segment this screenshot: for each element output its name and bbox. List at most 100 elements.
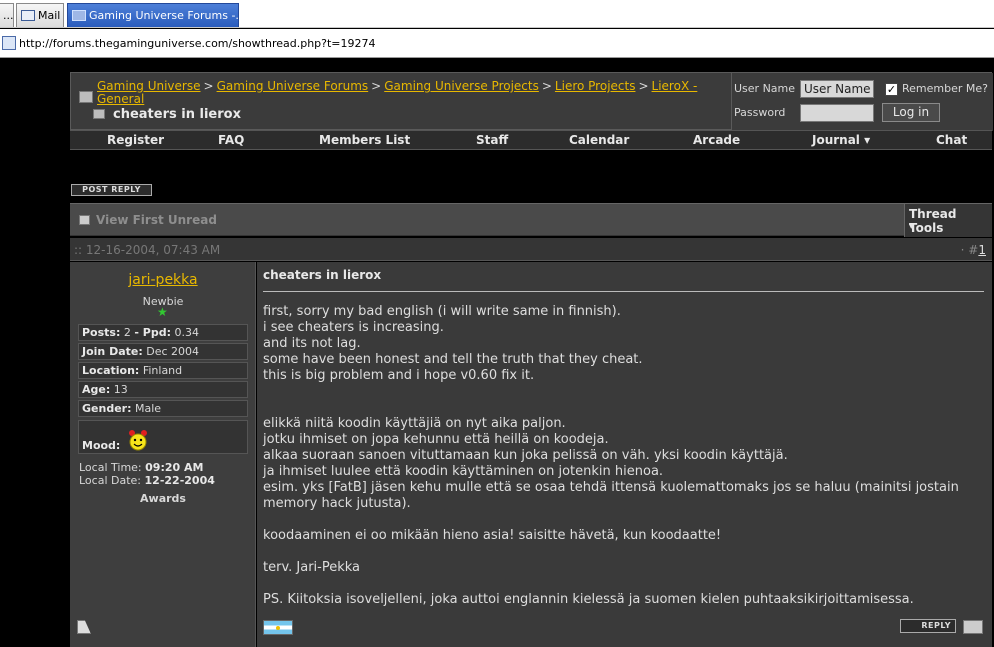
- view-first-unread-icon: [79, 215, 90, 225]
- navbar: Gaming Universe > Gaming Universe Forums > G…: [70, 72, 993, 131]
- country-flag-icon: [263, 620, 293, 635]
- tab-label: ...: [3, 9, 14, 22]
- mail-icon: [21, 10, 35, 21]
- menu-chat[interactable]: Chat: [936, 133, 967, 147]
- page-icon: [2, 36, 16, 50]
- thread-tools-label: Thread Tools: [909, 207, 957, 235]
- user-mood: Mood:: [78, 420, 248, 454]
- menu-register[interactable]: Register: [107, 133, 164, 147]
- post-line: ja ihmiset luulee että koodin käyttämine…: [263, 464, 664, 479]
- breadcrumb-separator: >: [541, 79, 552, 93]
- post-number-prefix: · #: [960, 243, 979, 257]
- menu-faq[interactable]: FAQ: [218, 133, 244, 147]
- post-line: this is big problem and i hope v0.60 fix…: [263, 368, 535, 383]
- username-label: User Name: [734, 82, 796, 95]
- local-time: Local Time: 09:20 AM: [79, 461, 203, 474]
- breadcrumb-link[interactable]: Liero Projects: [555, 79, 636, 93]
- user-gender: Gender: Male: [78, 400, 248, 417]
- breadcrumb-link[interactable]: Gaming Universe Forums: [217, 79, 369, 93]
- menu-journal[interactable]: Journal ▾: [812, 133, 870, 147]
- post-reply-button[interactable]: POST REPLY: [71, 184, 152, 196]
- rank-star-icon: ★: [157, 305, 168, 319]
- post-line: and its not lag.: [263, 336, 361, 351]
- breadcrumb-link[interactable]: Gaming Universe: [97, 79, 201, 93]
- menu-calendar[interactable]: Calendar: [569, 133, 629, 147]
- browser-tab-bar: ... Mail Gaming Universe Forums -...: [0, 0, 994, 28]
- post-line: i see cheaters is increasing.: [263, 320, 444, 335]
- post-line: jotku ihmiset on jopa kehunnu että heill…: [263, 432, 609, 447]
- reply-button[interactable]: REPLY: [900, 619, 956, 633]
- user-join-date: Join Date: Dec 2004: [78, 343, 248, 360]
- url-text[interactable]: http://forums.thegaminguniverse.com/show…: [19, 37, 376, 50]
- post-body: cheaters in lierox first, sorry my bad e…: [257, 262, 992, 647]
- offline-status-icon: [77, 620, 91, 634]
- chevron-down-icon: ▾: [909, 222, 914, 232]
- gender-value: Male: [134, 402, 162, 415]
- mood-smiley-icon: [129, 430, 147, 451]
- quote-icon[interactable]: [963, 620, 983, 634]
- menu-staff[interactable]: Staff: [476, 133, 508, 147]
- post-number: · #1: [961, 243, 986, 257]
- username-input[interactable]: [800, 80, 874, 98]
- post-message: first, sorry my bad english (i will writ…: [263, 304, 983, 608]
- local-time-value: 09:20 AM: [145, 461, 204, 474]
- spacer: [0, 59, 994, 72]
- login-button[interactable]: Log in: [882, 103, 940, 122]
- age-value: 13: [113, 383, 128, 396]
- user-info-panel: jari-pekka Newbie ★ Posts: 2 - Ppd: 0.34…: [70, 262, 256, 647]
- join-label: Join Date:: [82, 345, 143, 358]
- post-line: elikkä niitä koodin käyttäjiä on nyt aik…: [263, 416, 566, 431]
- breadcrumb-separator: >: [203, 79, 214, 93]
- breadcrumb: Gaming Universe > Gaming Universe Forums > G…: [97, 80, 707, 106]
- browser-tab-mail[interactable]: Mail: [16, 3, 64, 27]
- breadcrumb-separator: >: [371, 79, 382, 93]
- ppd-value: 0.34: [174, 326, 199, 339]
- post-line: PS. Kiitoksia isoveljelleni, joka auttoi…: [263, 592, 914, 607]
- local-date: Local Date: 12-22-2004: [79, 474, 215, 487]
- divider: [263, 291, 984, 292]
- local-date-label: Local Date:: [79, 474, 142, 487]
- browser-tab[interactable]: ...: [0, 3, 14, 27]
- posts-value: 2: [123, 326, 131, 339]
- password-input[interactable]: [800, 104, 874, 122]
- menu-members-list[interactable]: Members List: [319, 133, 410, 147]
- awards-link[interactable]: Awards: [70, 492, 256, 505]
- post-line: [263, 400, 983, 416]
- user-location: Location: Finland: [78, 362, 248, 379]
- post-line: first, sorry my bad english (i will writ…: [263, 304, 621, 319]
- post-line: some have been honest and tell the truth…: [263, 352, 643, 367]
- main-menu: Register FAQ Members List Staff Calendar…: [70, 130, 992, 150]
- post-line: koodaaminen ei oo mikään hieno asia! sai…: [263, 528, 722, 543]
- page-title: cheaters in lierox: [113, 107, 241, 122]
- folder-icon: [79, 91, 93, 103]
- thread-icon: [93, 109, 105, 119]
- forum-page-icon: [72, 10, 86, 21]
- login-form: User Name ✓ Remember Me? Password Log in: [731, 73, 993, 131]
- view-first-unread-link[interactable]: View First Unread: [96, 213, 217, 227]
- breadcrumb-link[interactable]: Gaming Universe Projects: [384, 79, 539, 93]
- post-title: cheaters in lierox: [263, 268, 382, 282]
- address-bar[interactable]: http://forums.thegaminguniverse.com/show…: [0, 29, 994, 58]
- post-line: esim. yks [FatB] jäsen kehu mulle että s…: [263, 480, 959, 511]
- thread-toolbar: View First Unread Thread Tools ▾: [70, 203, 992, 237]
- user-age: Age: 13: [78, 381, 248, 398]
- post-line: [263, 576, 983, 592]
- tab-label: Gaming Universe Forums -...: [89, 9, 239, 22]
- location-label: Location:: [82, 364, 140, 377]
- join-value: Dec 2004: [146, 345, 200, 358]
- breadcrumb-separator: >: [638, 79, 649, 93]
- gender-label: Gender:: [82, 402, 132, 415]
- posts-label: Posts:: [82, 326, 121, 339]
- post-line: [263, 384, 983, 400]
- password-label: Password: [734, 106, 786, 119]
- menu-arcade[interactable]: Arcade: [693, 133, 740, 147]
- local-date-value: 12-22-2004: [144, 474, 215, 487]
- username-link[interactable]: jari-pekka: [70, 272, 256, 288]
- remember-me-checkbox[interactable]: ✓: [885, 83, 898, 96]
- post-number-link[interactable]: 1: [978, 243, 986, 257]
- browser-tab-active[interactable]: Gaming Universe Forums -...: [67, 3, 239, 27]
- thread-tools-menu[interactable]: Thread Tools ▾: [904, 204, 992, 237]
- location-value: Finland: [142, 364, 183, 377]
- user-posts: Posts: 2 - Ppd: 0.34: [78, 324, 248, 341]
- post-line: alkaa suoraan sanoen vituttamaan kun jok…: [263, 448, 788, 463]
